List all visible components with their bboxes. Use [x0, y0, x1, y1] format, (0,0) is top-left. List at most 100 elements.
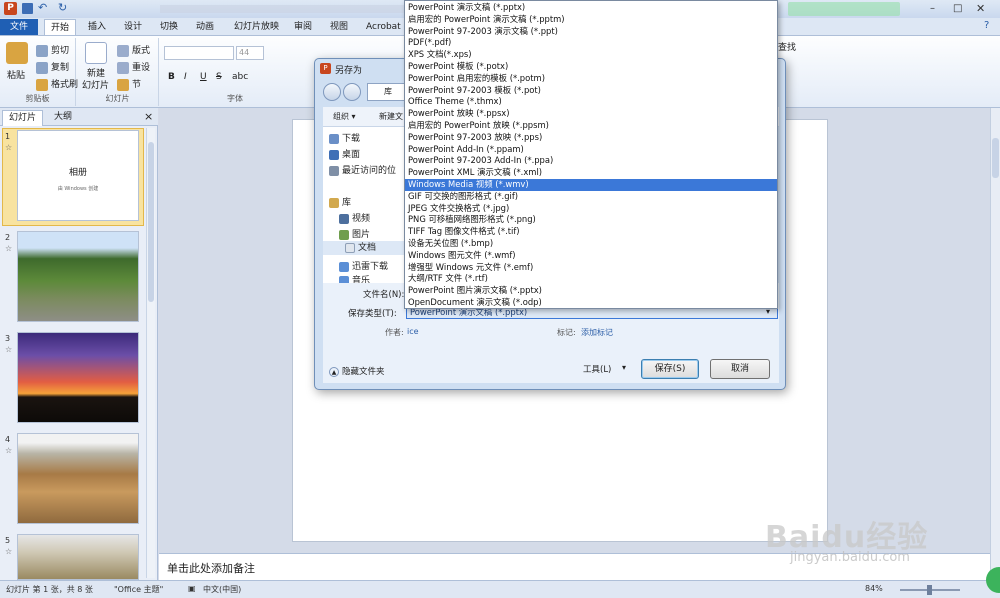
slide-number: 2 — [5, 233, 11, 242]
file-type-option[interactable]: Windows 图元文件 (*.wmf) — [405, 250, 777, 262]
file-type-option[interactable]: PowerPoint 图片演示文稿 (*.pptx) — [405, 285, 777, 297]
underline-button[interactable]: U — [200, 72, 207, 82]
find-button[interactable]: 查找 — [778, 40, 796, 53]
nav-documents[interactable]: 文档 — [323, 241, 415, 255]
minimize-icon[interactable]: – — [930, 3, 935, 14]
close-pane-icon[interactable]: × — [144, 110, 153, 123]
tab-review[interactable]: 审阅 — [288, 19, 318, 35]
save-button[interactable]: 保存(S) — [641, 359, 699, 379]
slide-thumbnail-3[interactable] — [17, 332, 139, 423]
file-type-option[interactable]: 大纲/RTF 文件 (*.rtf) — [405, 273, 777, 285]
tab-home[interactable]: 开始 — [44, 19, 77, 35]
download-folder-icon — [329, 133, 339, 144]
language-status[interactable]: 中文(中国) — [203, 584, 241, 595]
hide-folders-button[interactable]: ▲ 隐藏文件夹 — [329, 365, 385, 377]
pane-scroll-thumb[interactable] — [148, 142, 154, 302]
maximize-icon[interactable]: □ — [953, 3, 962, 14]
tab-slideshow[interactable]: 幻灯片放映 — [228, 19, 285, 35]
slides-group-label: 幻灯片 — [105, 94, 130, 103]
scroll-thumb[interactable] — [992, 138, 999, 178]
vertical-scrollbar[interactable] — [990, 108, 1000, 580]
author-label: 作者: — [385, 328, 404, 337]
new-folder-button[interactable]: 新建文 — [379, 111, 403, 122]
paste-button[interactable]: 粘贴 — [7, 68, 25, 81]
tools-dropdown-icon[interactable]: ▾ — [622, 363, 626, 372]
tab-insert[interactable]: 插入 — [82, 19, 112, 35]
file-type-option[interactable]: PowerPoint XML 演示文稿 (*.xml) — [405, 167, 777, 179]
layout-button[interactable]: 版式 — [117, 43, 150, 57]
file-type-option[interactable]: 增强型 Windows 元文件 (*.emf) — [405, 262, 777, 274]
file-type-option[interactable]: TIFF Tag 图像文件格式 (*.tif) — [405, 226, 777, 238]
file-type-option[interactable]: JPEG 文件交换格式 (*.jpg) — [405, 203, 777, 215]
file-type-option[interactable]: PowerPoint 模板 (*.potx) — [405, 61, 777, 73]
file-type-option[interactable]: 启用宏的 PowerPoint 放映 (*.ppsm) — [405, 120, 777, 132]
tab-file[interactable]: 文件 — [0, 19, 38, 35]
nav-recent[interactable]: 最近访问的位 — [329, 163, 396, 176]
file-type-option[interactable]: 启用宏的 PowerPoint 演示文稿 (*.pptm) — [405, 14, 777, 26]
cut-button[interactable]: 剪切 — [36, 43, 69, 57]
nav-downloads[interactable]: 下载 — [329, 131, 360, 144]
font-size-box[interactable]: 44 — [236, 46, 264, 60]
bold-button[interactable]: B — [168, 72, 175, 82]
file-type-option[interactable]: OpenDocument 演示文稿 (*.odp) — [405, 297, 777, 309]
file-type-option[interactable]: XPS 文档(*.xps) — [405, 49, 777, 61]
tab-transitions[interactable]: 切换 — [154, 19, 184, 35]
slide1-title: 相册 — [68, 168, 87, 178]
font-name-box[interactable] — [164, 46, 234, 60]
tab-design[interactable]: 设计 — [118, 19, 148, 35]
undo-icon[interactable]: ↶ — [38, 1, 47, 14]
cancel-button[interactable]: 取消 — [710, 359, 770, 379]
file-type-option[interactable]: PowerPoint Add-In (*.ppam) — [405, 144, 777, 156]
new-slide-label[interactable]: 幻灯片 — [82, 78, 109, 91]
tab-view[interactable]: 视图 — [324, 19, 354, 35]
help-icon[interactable]: ? — [984, 20, 989, 31]
file-type-option[interactable]: PowerPoint 97-2003 放映 (*.pps) — [405, 132, 777, 144]
section-button[interactable]: 节 — [117, 77, 141, 91]
nav-libraries[interactable]: 库 — [329, 195, 351, 208]
file-type-option[interactable]: Windows Media 视频 (*.wmv) — [405, 179, 777, 191]
nav-videos[interactable]: 视频 — [339, 211, 370, 224]
file-type-option[interactable]: PowerPoint 放映 (*.ppsx) — [405, 108, 777, 120]
star-icon: ☆ — [5, 547, 13, 556]
slide-thumbnail-1[interactable]: 相册 由 Windows 创建 — [17, 130, 139, 221]
organize-button[interactable]: 组织 ▾ — [333, 111, 356, 122]
shadow-button[interactable]: abc — [232, 72, 248, 82]
save-icon[interactable] — [22, 3, 33, 14]
author-value[interactable]: ice — [407, 327, 419, 336]
nav-pictures[interactable]: 图片 — [339, 227, 370, 240]
format-painter-button[interactable]: 格式刷 — [36, 77, 78, 91]
file-type-option[interactable]: GIF 可交换的图形格式 (*.gif) — [405, 191, 777, 203]
tab-outline-pane[interactable]: 大纲 — [48, 110, 78, 126]
redo-icon[interactable]: ↻ — [58, 1, 67, 14]
italic-button[interactable]: I — [184, 72, 187, 82]
close-icon[interactable]: ✕ — [976, 2, 985, 15]
file-type-option[interactable]: PowerPoint 97-2003 Add-In (*.ppa) — [405, 155, 777, 167]
nav-desktop[interactable]: 桌面 — [329, 147, 360, 160]
tab-acrobat[interactable]: Acrobat — [360, 19, 407, 35]
strikethrough-button[interactable]: S — [216, 72, 222, 82]
zoom-level[interactable]: 84% — [865, 584, 883, 593]
file-type-option[interactable]: 设备无关位图 (*.bmp) — [405, 238, 777, 250]
tags-value[interactable]: 添加标记 — [581, 327, 613, 338]
file-type-option[interactable]: PowerPoint 97-2003 演示文稿 (*.ppt) — [405, 26, 777, 38]
forward-button-icon[interactable] — [343, 83, 361, 101]
file-type-option[interactable]: PowerPoint 启用宏的模板 (*.potm) — [405, 73, 777, 85]
file-type-option[interactable]: PowerPoint 97-2003 模板 (*.pot) — [405, 85, 777, 97]
slide-thumbnail-2[interactable] — [17, 231, 139, 322]
slide-thumbnail-5[interactable] — [17, 534, 139, 580]
copy-button[interactable]: 复制 — [36, 60, 69, 74]
file-type-option[interactable]: PNG 可移植网络图形格式 (*.png) — [405, 214, 777, 226]
zoom-slider-thumb[interactable] — [927, 585, 932, 595]
back-button-icon[interactable] — [323, 83, 341, 101]
file-type-option[interactable]: Office Theme (*.thmx) — [405, 96, 777, 108]
reset-button[interactable]: 重设 — [117, 60, 150, 74]
file-type-option[interactable]: PowerPoint 演示文稿 (*.pptx) — [405, 2, 777, 14]
tab-animations[interactable]: 动画 — [190, 19, 220, 35]
slide-thumbnail-4[interactable] — [17, 433, 139, 524]
nav-thunder[interactable]: 迅雷下载 — [339, 259, 388, 272]
file-type-option[interactable]: PDF(*.pdf) — [405, 37, 777, 49]
tab-slides-pane[interactable]: 幻灯片 — [2, 110, 44, 126]
nav-music[interactable]: 音乐 — [339, 273, 370, 283]
pane-scrollbar[interactable] — [146, 128, 155, 578]
tools-button[interactable]: 工具(L) — [583, 363, 611, 375]
